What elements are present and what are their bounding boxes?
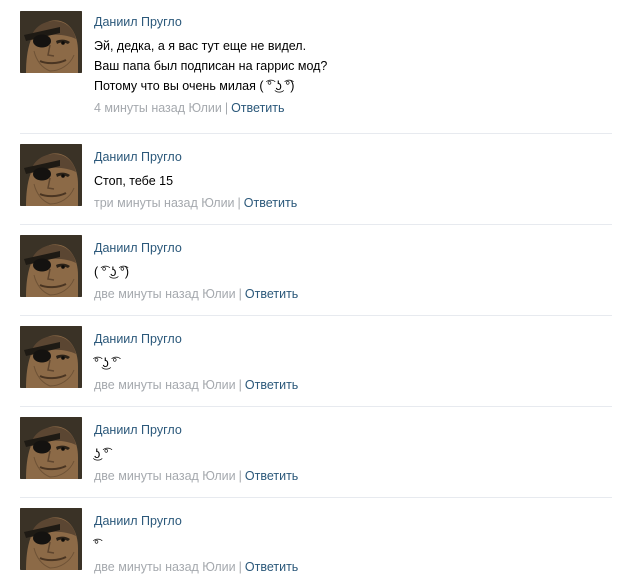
- author-avatar[interactable]: [20, 417, 82, 479]
- comment-text: ͡°: [94, 535, 612, 555]
- soldier-eyepatch-avatar-icon: [20, 417, 82, 479]
- meta-separator: |: [224, 101, 229, 115]
- comment-author[interactable]: Даниил Пругло: [94, 240, 612, 256]
- author-avatar[interactable]: [20, 144, 82, 206]
- meta-separator: |: [238, 287, 242, 301]
- comment-text: ͜ʖ ͡°: [94, 444, 612, 464]
- comment-text-line: ( ͡° ͜ʖ ͡°): [94, 265, 129, 279]
- author-avatar[interactable]: [20, 11, 82, 73]
- comment-timestamp[interactable]: 4 минуты назад Юлии: [94, 101, 222, 115]
- soldier-eyepatch-avatar-icon: [20, 326, 82, 388]
- comment-timestamp[interactable]: две минуты назад Юлии: [94, 469, 236, 483]
- comment-text-line: Ваш папа был подписан на гаррис мод?: [94, 59, 328, 73]
- comment-divider: [20, 224, 612, 225]
- comment-meta: 4 минуты назад Юлии | Ответить: [94, 100, 612, 116]
- soldier-eyepatch-avatar-icon: [20, 144, 82, 206]
- reply-link[interactable]: Ответить: [245, 469, 298, 483]
- comments-list: Даниил Пругло Эй, дедка, а я вас тут еще…: [0, 0, 620, 586]
- comment-divider: [20, 133, 612, 134]
- comment-meta: две минуты назад Юлии | Ответить: [94, 468, 612, 484]
- reply-link[interactable]: Ответить: [245, 560, 298, 574]
- comment-text-line: Потому что вы очень милая ( ͡° ͜ʖ ͡°): [94, 79, 295, 93]
- meta-separator: |: [238, 469, 242, 483]
- author-avatar[interactable]: [20, 326, 82, 388]
- comment-text-line: Эй, дедка, а я вас тут еще не видел.: [94, 39, 307, 53]
- meta-separator: |: [238, 560, 242, 574]
- comment-author[interactable]: Даниил Пругло: [94, 513, 612, 529]
- soldier-eyepatch-avatar-icon: [20, 11, 82, 73]
- comment-author[interactable]: Даниил Пругло: [94, 422, 612, 438]
- comment-timestamp[interactable]: две минуты назад Юлии: [94, 378, 236, 392]
- comment-text: ( ͡° ͜ʖ ͡°): [94, 262, 612, 282]
- comment-meta: две минуты назад Юлии | Ответить: [94, 559, 612, 575]
- comment-text-line: ͡° ͜ʖ ͡°: [94, 356, 118, 370]
- comment-text: Эй, дедка, а я вас тут еще не видел. Ваш…: [94, 36, 612, 96]
- reply-link[interactable]: Ответить: [245, 287, 298, 301]
- comment-author[interactable]: Даниил Пругло: [94, 14, 612, 30]
- comment-author[interactable]: Даниил Пругло: [94, 331, 612, 347]
- soldier-eyepatch-avatar-icon: [20, 508, 82, 570]
- comment-text-line: ͡°: [94, 538, 99, 552]
- comment-meta: три минуты назад Юлии | Ответить: [94, 195, 612, 211]
- comment-text-line: ͜ʖ ͡°: [94, 447, 109, 461]
- comment-text: ͡° ͜ʖ ͡°: [94, 353, 612, 373]
- reply-link[interactable]: Ответить: [245, 378, 298, 392]
- meta-separator: |: [238, 378, 242, 392]
- reply-link[interactable]: Ответить: [231, 101, 284, 115]
- comment-timestamp[interactable]: две минуты назад Юлии: [94, 287, 236, 301]
- comment-text-line: Стоп, тебе 15: [94, 174, 174, 188]
- author-avatar[interactable]: [20, 235, 82, 297]
- comment-meta: две минуты назад Юлии | Ответить: [94, 377, 612, 393]
- soldier-eyepatch-avatar-icon: [20, 235, 82, 297]
- reply-link[interactable]: Ответить: [244, 196, 297, 210]
- comment-divider: [20, 315, 612, 316]
- comment-divider: [20, 497, 612, 498]
- comment-text: Стоп, тебе 15: [94, 171, 612, 191]
- comment-timestamp[interactable]: две минуты назад Юлии: [94, 560, 236, 574]
- comment-divider: [20, 406, 612, 407]
- author-avatar[interactable]: [20, 508, 82, 570]
- meta-separator: |: [237, 196, 241, 210]
- comment-author[interactable]: Даниил Пругло: [94, 149, 612, 165]
- comment-timestamp[interactable]: три минуты назад Юлии: [94, 196, 235, 210]
- comment-meta: две минуты назад Юлии | Ответить: [94, 286, 612, 302]
